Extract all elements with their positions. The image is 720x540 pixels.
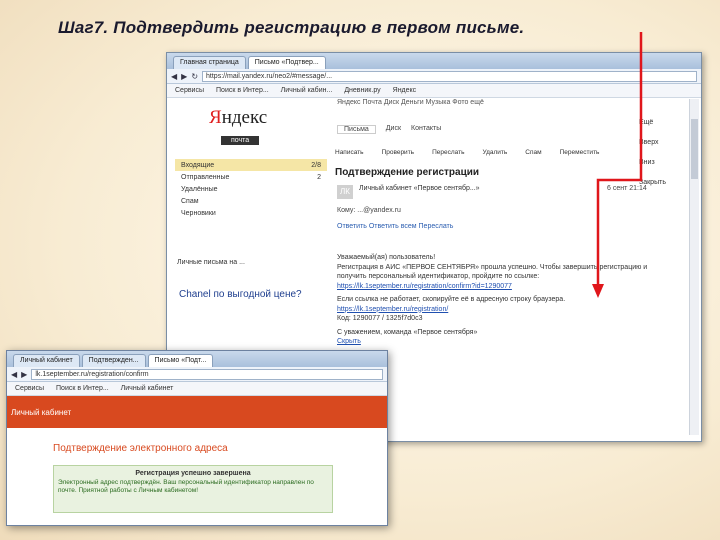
tab-letters[interactable]: Письма bbox=[337, 125, 376, 134]
chanel-ad[interactable]: Chanel по выгодной цене? bbox=[179, 289, 319, 301]
message-sender[interactable]: Личный кабинет «Первое сентябр...» bbox=[359, 185, 480, 192]
forward-icon[interactable]: ▶ bbox=[181, 72, 187, 81]
site-header-bar: Личный кабинет bbox=[7, 396, 387, 428]
front-bookmarks-bar: Сервисы Поиск в Интер... Личный кабинет bbox=[7, 382, 387, 396]
folder-drafts[interactable]: Черновики bbox=[175, 207, 327, 219]
compose-button[interactable]: Написать bbox=[335, 149, 364, 156]
folder-list: Входящие 2/8 Отправленные 2 Удалённые Сп… bbox=[175, 159, 327, 219]
forward-button[interactable]: Переслать bbox=[432, 149, 464, 156]
front-tab-1[interactable]: Личный кабинет bbox=[13, 354, 80, 367]
logo-sub: почта bbox=[221, 136, 260, 145]
delete-button[interactable]: Удалить bbox=[482, 149, 507, 156]
folder-count: 2/8 bbox=[311, 161, 321, 169]
front-tab-3[interactable]: Письмо «Подт... bbox=[147, 354, 214, 367]
forward-icon[interactable]: ▶ bbox=[21, 370, 27, 379]
front-url-field[interactable]: lk.1september.ru/registration/confirm bbox=[31, 368, 383, 380]
front-tab-bar: Личный кабинет Подтвержден... Письмо «По… bbox=[7, 351, 387, 367]
bookmark-1[interactable]: Сервисы bbox=[175, 87, 204, 94]
body-more-link[interactable]: Скрыть bbox=[337, 337, 667, 347]
folder-label: Спам bbox=[181, 197, 199, 205]
body-text-2: Если ссылка не работает, скопируйте её в… bbox=[337, 296, 566, 303]
bookmark-4[interactable]: Дневник.ру bbox=[344, 87, 380, 94]
folder-sent[interactable]: Отправленные 2 bbox=[175, 171, 327, 183]
confirm-link[interactable]: https://lk.1september.ru/registration/co… bbox=[337, 282, 667, 292]
side-item-3[interactable]: Вниз bbox=[639, 153, 687, 173]
side-item-1[interactable]: Ещё bbox=[639, 113, 687, 133]
main-url-field[interactable]: https://mail.yandex.ru/neo2/#message/... bbox=[202, 70, 697, 82]
message-recipient: Кому: ...@yandex.ru bbox=[337, 207, 401, 214]
message-body: Уважаемый(ая) пользователь! Регистрация … bbox=[337, 253, 667, 347]
bookmark-3[interactable]: Личный кабинет bbox=[121, 385, 174, 392]
folder-inbox[interactable]: Входящие 2/8 bbox=[175, 159, 327, 171]
move-button[interactable]: Переместить bbox=[560, 149, 600, 156]
main-tab-1[interactable]: Главная страница bbox=[173, 56, 246, 69]
reload-icon[interactable]: ↻ bbox=[191, 72, 198, 81]
folder-spam[interactable]: Спам bbox=[175, 195, 327, 207]
message-actions[interactable]: Ответить Ответить всем Переслать bbox=[337, 223, 453, 230]
logo-word: Яндекс bbox=[209, 107, 268, 128]
success-title: Регистрация успешно завершена bbox=[135, 470, 251, 477]
yandex-mail-logo[interactable]: Яндекс почта bbox=[209, 107, 287, 149]
yandex-services-menu[interactable]: Яндекс Почта Диск Деньги Музыка Фото ещё bbox=[337, 99, 484, 106]
tab-contacts[interactable]: Контакты bbox=[411, 125, 441, 134]
message-side-panel: Ещё Вверх Вниз Закрыть bbox=[639, 113, 687, 193]
logo-word-rest: ндекс bbox=[221, 107, 268, 128]
main-bookmarks-bar: Сервисы Поиск в Интер... Личный кабин...… bbox=[167, 84, 701, 98]
spam-button[interactable]: Спам bbox=[525, 149, 541, 156]
bookmark-3[interactable]: Личный кабин... bbox=[281, 87, 333, 94]
tab-disk[interactable]: Диск bbox=[386, 125, 401, 134]
folder-label: Черновики bbox=[181, 209, 216, 217]
success-text: Электронный адрес подтверждён. Ваш персо… bbox=[58, 479, 314, 494]
mail-tabs: Письма Диск Контакты bbox=[337, 125, 441, 134]
folder-count: 2 bbox=[317, 173, 321, 181]
confirm-heading: Подтверждение электронного адреса bbox=[53, 443, 228, 454]
main-tab-bar: Главная страница Письмо «Подтвер... bbox=[167, 53, 701, 69]
check-button[interactable]: Проверить bbox=[382, 149, 415, 156]
side-item-4[interactable]: Закрыть bbox=[639, 173, 687, 193]
front-tab-2[interactable]: Подтвержден... bbox=[81, 354, 146, 367]
main-address-row: ◀ ▶ ↻ https://mail.yandex.ru/neo2/#messa… bbox=[167, 69, 701, 84]
bookmark-2[interactable]: Поиск в Интер... bbox=[56, 385, 109, 392]
main-scrollbar[interactable] bbox=[689, 99, 699, 435]
scroll-thumb[interactable] bbox=[691, 119, 698, 179]
success-box: Регистрация успешно завершена Электронны… bbox=[53, 465, 333, 513]
body-text: Регистрация в АИС «ПЕРВОЕ СЕНТЯБРЯ» прош… bbox=[337, 263, 648, 281]
folder-label: Входящие bbox=[181, 161, 215, 169]
folder-label: Удалённые bbox=[181, 185, 218, 193]
front-browser-window: Личный кабинет Подтвержден... Письмо «По… bbox=[6, 350, 388, 526]
back-icon[interactable]: ◀ bbox=[11, 370, 17, 379]
site-header-title[interactable]: Личный кабинет bbox=[11, 408, 71, 417]
folder-label: Отправленные bbox=[181, 173, 230, 181]
registration-link[interactable]: https://lk.1september.ru/registration/ bbox=[337, 305, 667, 315]
bookmark-5[interactable]: Яндекс bbox=[393, 87, 417, 94]
sender-avatar: ЛК bbox=[337, 185, 353, 199]
bookmark-1[interactable]: Сервисы bbox=[15, 385, 44, 392]
front-address-row: ◀ ▶ lk.1september.ru/registration/confir… bbox=[7, 367, 387, 382]
ad-line[interactable]: Личные письма на ... bbox=[177, 259, 317, 266]
body-code: Код: 1290077 / 1325f7d0c3 bbox=[337, 315, 423, 322]
slide-title: Шаг7. Подтвердить регистрацию в первом п… bbox=[58, 18, 525, 37]
body-footer: С уважением, команда «Первое сентября» bbox=[337, 328, 478, 336]
message-subject: Подтверждение регистрации bbox=[335, 167, 480, 178]
side-item-2[interactable]: Вверх bbox=[639, 133, 687, 153]
body-greeting: Уважаемый(ая) пользователь! bbox=[337, 254, 436, 261]
folder-deleted[interactable]: Удалённые bbox=[175, 183, 327, 195]
back-icon[interactable]: ◀ bbox=[171, 72, 177, 81]
bookmark-2[interactable]: Поиск в Интер... bbox=[216, 87, 269, 94]
main-tab-2[interactable]: Письмо «Подтвер... bbox=[247, 56, 326, 69]
